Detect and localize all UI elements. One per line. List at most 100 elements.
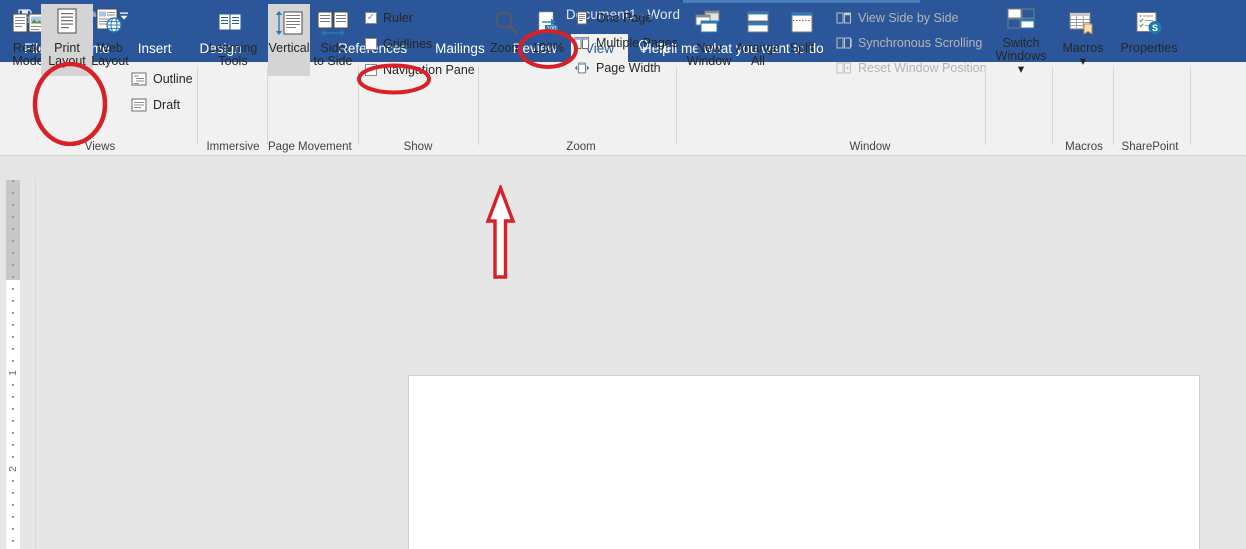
read-mode-label: Read Mode	[12, 42, 43, 68]
chevron-down-icon[interactable]: ▾	[1018, 62, 1024, 76]
outline-label: Outline	[153, 72, 193, 86]
new-window-icon	[692, 4, 726, 42]
zoom-button[interactable]: Zoom	[484, 4, 528, 76]
checkbox-unchecked-icon	[365, 38, 377, 50]
web-layout-button[interactable]: Web Layout	[84, 4, 136, 76]
properties-icon: S	[1133, 4, 1165, 42]
page-width-icon	[574, 60, 590, 76]
chevron-down-icon[interactable]: ▾	[1080, 54, 1086, 68]
macros-button[interactable]: Macros▾	[1058, 4, 1108, 76]
ruler-tick	[12, 492, 14, 494]
group-divider	[197, 67, 198, 145]
workspace-left-divider	[35, 178, 36, 549]
ruler-tick	[12, 324, 14, 326]
group-divider	[676, 67, 677, 145]
synchronous-scrolling-icon	[836, 35, 852, 51]
ruler-tick	[12, 204, 14, 206]
ruler-tick	[12, 228, 14, 230]
ruler-tick	[12, 300, 14, 302]
ruler-checkbox[interactable]: ✓ Ruler	[365, 9, 413, 27]
zoom-100-button[interactable]: 100 100%	[527, 4, 569, 76]
checkbox-checked-icon: ✓	[365, 12, 377, 24]
vertical-movement-button[interactable]: Vertical	[268, 4, 310, 76]
switch-windows-label: Switch Windows ▾	[992, 37, 1050, 76]
ruler-tick	[12, 336, 14, 338]
side-to-side-icon	[315, 4, 351, 42]
learning-tools-button[interactable]: Learning Tools	[206, 4, 260, 76]
synchronous-scrolling-button[interactable]: Synchronous Scrolling	[836, 33, 982, 53]
one-page-icon	[574, 10, 590, 26]
multiple-pages-icon	[574, 35, 590, 51]
ruler-tick	[12, 396, 14, 398]
ruler-tick	[12, 480, 14, 482]
multiple-pages-label: Multiple Pages	[596, 36, 678, 50]
page-width-button[interactable]: Page Width	[574, 58, 661, 78]
ruler-tick	[12, 432, 14, 434]
read-mode-icon	[11, 4, 45, 42]
switch-windows-icon	[1004, 4, 1038, 37]
side-to-side-button[interactable]: Side to Side	[311, 4, 355, 76]
arrange-all-label: Arrange All	[736, 42, 780, 68]
macros-text: Macros	[1063, 41, 1104, 55]
ruler-tick	[12, 252, 14, 254]
ruler-tick	[12, 516, 14, 518]
zoom-label: Zoom	[490, 42, 522, 55]
group-label-sharepoint: SharePoint	[1112, 139, 1188, 155]
zoom-100-label: 100%	[532, 42, 564, 55]
reset-window-position-button[interactable]: Reset Window Position	[836, 58, 987, 78]
vertical-movement-label: Vertical	[269, 42, 310, 55]
document-workspace[interactable]	[0, 178, 1246, 549]
ruler-tick	[12, 240, 14, 242]
macros-icon	[1067, 4, 1099, 42]
view-side-by-side-button[interactable]: View Side by Side	[836, 8, 959, 28]
web-layout-label: Web Layout	[91, 42, 129, 68]
outline-button[interactable]: Outline	[131, 70, 193, 88]
group-divider	[478, 67, 479, 145]
ruler-tick	[12, 288, 14, 290]
ruler-tick	[12, 420, 14, 422]
arrange-all-icon	[742, 4, 774, 42]
split-button[interactable]: Split	[782, 4, 822, 76]
one-page-label: One Page	[596, 11, 652, 25]
split-label: Split	[790, 42, 814, 55]
new-window-button[interactable]: New Window	[682, 4, 736, 76]
macros-label: Macros▾	[1063, 42, 1104, 68]
one-page-button[interactable]: One Page	[574, 8, 652, 28]
ruler-tick	[12, 264, 14, 266]
switch-windows-button[interactable]: Switch Windows ▾	[992, 4, 1050, 76]
web-layout-icon	[93, 4, 127, 42]
ruler-tick	[12, 312, 14, 314]
draft-button[interactable]: Draft	[131, 96, 180, 114]
arrange-all-button[interactable]: Arrange All	[733, 4, 783, 76]
group-label-immersive: Immersive	[198, 139, 268, 155]
word-application-window: Document1-Word File Home Insert Design L…	[0, 0, 1246, 549]
horizontal-ruler[interactable]: 7654321	[0, 156, 1246, 178]
gridlines-checkbox[interactable]: Gridlines	[365, 35, 432, 53]
navigation-pane-checkbox[interactable]: Navigation Pane	[365, 61, 475, 79]
ruler-tick	[12, 444, 14, 446]
magnifier-icon	[491, 4, 521, 42]
group-divider	[1052, 67, 1053, 145]
gridlines-label: Gridlines	[383, 37, 432, 51]
synchronous-scrolling-label: Synchronous Scrolling	[858, 36, 982, 50]
print-layout-label: Print Layout	[48, 42, 86, 68]
group-divider	[1190, 67, 1191, 145]
learning-tools-icon	[216, 4, 250, 42]
ruler-number: 1	[8, 370, 19, 376]
checkbox-unchecked-icon	[365, 64, 377, 76]
group-divider	[267, 67, 268, 145]
ruler-tick	[12, 408, 14, 410]
vertical-ruler[interactable]: 12	[6, 180, 20, 549]
group-label-zoom: Zoom	[526, 139, 636, 155]
ruler-tick	[12, 456, 14, 458]
side-to-side-label: Side to Side	[314, 42, 353, 68]
svg-text:100: 100	[546, 27, 557, 33]
ruler-tick	[12, 384, 14, 386]
navigation-pane-label: Navigation Pane	[383, 63, 475, 77]
group-label-page-movement: Page Movement	[268, 139, 350, 155]
group-divider	[985, 67, 986, 145]
properties-button[interactable]: S Properties	[1118, 4, 1180, 76]
ruler-tick	[12, 180, 14, 182]
multiple-pages-button[interactable]: Multiple Pages	[574, 33, 678, 53]
document-page[interactable]	[408, 375, 1200, 549]
